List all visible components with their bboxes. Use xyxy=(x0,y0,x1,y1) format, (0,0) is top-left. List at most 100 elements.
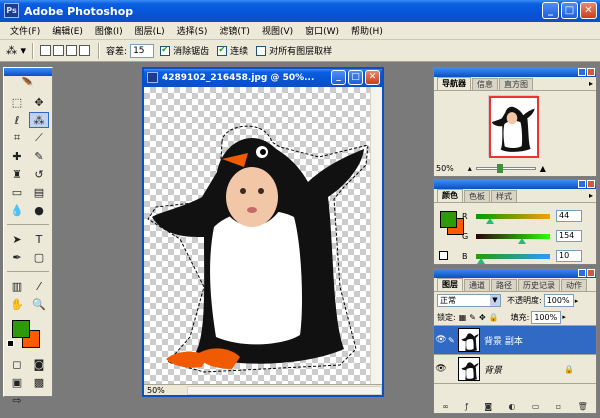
fill-arrow-icon[interactable]: ▸ xyxy=(562,313,566,321)
move-tool-icon[interactable]: ✥ xyxy=(29,94,49,110)
sample-all-layers-checkbox[interactable]: 对所有图层取样 xyxy=(256,44,332,57)
brush-link-icon[interactable]: ✎ xyxy=(448,336,458,345)
doc-maximize-button[interactable]: □ xyxy=(348,70,363,85)
antialias-checkbox[interactable]: ✔ 消除锯齿 xyxy=(160,44,209,57)
tab-layers[interactable]: 图层 xyxy=(437,278,463,291)
blue-slider-thumb[interactable] xyxy=(477,257,485,264)
maximize-button[interactable]: □ xyxy=(561,2,578,19)
standard-mode-icon[interactable]: ◻ xyxy=(7,356,27,372)
tab-info[interactable]: 信息 xyxy=(472,78,498,90)
marquee-tool-icon[interactable]: ⬚ xyxy=(7,94,27,110)
notes-tool-icon[interactable]: ▥ xyxy=(7,278,27,294)
eraser-tool-icon[interactable]: ▭ xyxy=(7,184,27,200)
menu-layer[interactable]: 图层(L) xyxy=(129,24,171,37)
tab-navigator[interactable]: 导航器 xyxy=(437,77,471,90)
menu-image[interactable]: 图像(I) xyxy=(89,24,129,37)
intersect-selection-icon[interactable] xyxy=(79,45,91,56)
menu-filter[interactable]: 滤镜(T) xyxy=(213,24,256,37)
doc-minimize-button[interactable]: _ xyxy=(331,70,346,85)
layer-row[interactable]: 👁 背景 🔒 xyxy=(434,355,596,384)
document-zoom-level[interactable]: 50% xyxy=(147,386,165,395)
green-value-input[interactable]: 154 xyxy=(556,230,582,242)
red-slider-thumb[interactable] xyxy=(486,217,494,224)
quick-mask-icon[interactable]: ◙ xyxy=(29,356,49,372)
foreground-color-swatch[interactable] xyxy=(12,320,30,338)
navigator-thumbnail[interactable] xyxy=(488,95,539,158)
tolerance-input[interactable]: 15 xyxy=(130,43,155,58)
brush-tool-icon[interactable]: ✎ xyxy=(29,148,49,164)
path-selection-icon[interactable]: ➤ xyxy=(7,231,27,247)
opacity-arrow-icon[interactable]: ▸ xyxy=(575,297,579,305)
history-brush-icon[interactable]: ↺ xyxy=(29,166,49,182)
eye-icon[interactable]: 👁 xyxy=(434,335,448,345)
navigator-view-box[interactable] xyxy=(489,96,539,158)
menu-window[interactable]: 窗口(W) xyxy=(299,24,345,37)
new-group-icon[interactable]: ▭ xyxy=(532,402,540,411)
pen-tool-icon[interactable]: ✒ xyxy=(7,249,27,265)
blue-value-input[interactable]: 10 xyxy=(556,250,582,262)
clone-stamp-icon[interactable]: ♜ xyxy=(7,166,27,182)
lasso-tool-icon[interactable]: ℓ xyxy=(7,112,27,128)
blur-tool-icon[interactable]: 💧 xyxy=(7,202,27,218)
red-slider[interactable] xyxy=(476,213,550,224)
fullscreen-mode-icon[interactable]: ▩ xyxy=(29,374,49,390)
gradient-tool-icon[interactable]: ▤ xyxy=(29,184,49,200)
opacity-input[interactable]: 100% xyxy=(543,294,574,307)
type-tool-icon[interactable]: T xyxy=(29,231,49,247)
new-layer-icon[interactable]: ▫ xyxy=(556,402,561,411)
adjustment-layer-icon[interactable]: ◐ xyxy=(509,402,516,411)
tab-actions[interactable]: 动作 xyxy=(561,279,587,291)
zoom-slider-thumb[interactable] xyxy=(496,163,503,173)
zoom-tool-icon[interactable]: 🔍 xyxy=(29,296,49,312)
blue-slider[interactable] xyxy=(476,253,550,264)
lock-all-icon[interactable]: 🔒 xyxy=(489,313,499,322)
tab-paths[interactable]: 路径 xyxy=(491,279,517,291)
contiguous-checkbox[interactable]: ✔ 连续 xyxy=(217,44,248,57)
healing-brush-icon[interactable]: ✚ xyxy=(7,148,27,164)
zoom-out-icon[interactable]: ▴ xyxy=(468,164,472,173)
menu-view[interactable]: 视图(V) xyxy=(256,24,299,37)
minimize-button[interactable]: _ xyxy=(542,2,559,19)
panel-minimize-icon[interactable] xyxy=(578,269,586,277)
shape-tool-icon[interactable]: ▢ xyxy=(29,249,49,265)
panel-menu-icon[interactable]: ▸ xyxy=(589,79,593,88)
lock-image-icon[interactable]: ✎ xyxy=(469,313,476,322)
dodge-tool-icon[interactable]: ● xyxy=(29,202,49,218)
menu-edit[interactable]: 编辑(E) xyxy=(46,24,89,37)
screen-mode-icon[interactable]: ▣ xyxy=(7,374,27,390)
fill-input[interactable]: 100% xyxy=(531,310,562,324)
menu-select[interactable]: 选择(S) xyxy=(171,24,214,37)
panel-minimize-icon[interactable] xyxy=(578,68,586,76)
green-slider[interactable] xyxy=(476,233,550,244)
horizontal-scrollbar[interactable] xyxy=(186,385,382,395)
link-layers-icon[interactable]: ∞ xyxy=(442,402,449,411)
tab-channels[interactable]: 通道 xyxy=(464,279,490,291)
new-selection-icon[interactable] xyxy=(40,45,52,56)
lock-position-icon[interactable]: ✥ xyxy=(479,313,486,322)
zoom-in-icon[interactable]: ▲ xyxy=(540,164,546,173)
panel-close-icon[interactable] xyxy=(587,68,595,76)
lock-transparency-icon[interactable]: ▦ xyxy=(459,313,467,322)
slice-tool-icon[interactable]: ⟋ xyxy=(29,130,49,146)
default-colors-icon[interactable] xyxy=(7,340,14,347)
green-slider-thumb[interactable] xyxy=(518,237,526,244)
panel-title-bar[interactable] xyxy=(434,269,596,278)
blend-mode-select[interactable]: 正常 ▼ xyxy=(437,294,501,307)
panel-title-bar[interactable] xyxy=(434,68,596,77)
close-button[interactable]: ✕ xyxy=(580,2,597,19)
magic-wand-tool-icon[interactable]: ⁂ xyxy=(29,112,49,128)
magic-wand-preset-icon[interactable]: ⁂ ▾ xyxy=(6,44,26,57)
document-title-bar[interactable]: 4289102_216458.jpg @ 50%... _ □ ✕ xyxy=(144,69,382,87)
tab-histogram[interactable]: 直方图 xyxy=(499,78,533,90)
delete-layer-icon[interactable]: 🗑 xyxy=(578,402,588,411)
hand-tool-icon[interactable]: ✋ xyxy=(7,296,27,312)
jump-to-imageready-icon[interactable]: ⇨ xyxy=(7,392,27,408)
panel-close-icon[interactable] xyxy=(587,269,595,277)
add-selection-icon[interactable] xyxy=(53,45,65,56)
crop-tool-icon[interactable]: ⌗ xyxy=(7,130,27,146)
layer-style-icon[interactable]: ƒ xyxy=(465,402,468,411)
navigator-zoom-value[interactable]: 50% xyxy=(436,164,454,173)
toolbox-header[interactable] xyxy=(4,68,52,76)
red-value-input[interactable]: 44 xyxy=(556,210,582,222)
zoom-slider[interactable] xyxy=(475,163,536,173)
